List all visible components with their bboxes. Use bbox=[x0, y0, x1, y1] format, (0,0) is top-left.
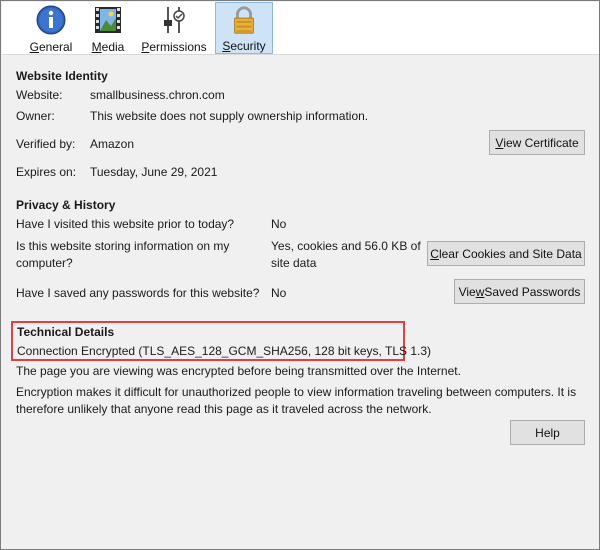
view-saved-passwords-button[interactable]: Vie w Saved Passwords bbox=[454, 279, 585, 304]
verified-by-value: Amazon bbox=[90, 137, 135, 151]
tab-security-label: Security bbox=[222, 39, 266, 53]
passwords-answer: No bbox=[271, 286, 287, 300]
connection-encrypted-text: Connection Encrypted (TLS_AES_128_GCM_SH… bbox=[17, 344, 432, 358]
expires-on-value: Tuesday, June 29, 2021 bbox=[90, 165, 218, 179]
padlock-icon bbox=[234, 6, 254, 34]
tab-toolbar: General Media Permissions Security bbox=[2, 2, 599, 55]
tab-permissions[interactable]: Permissions bbox=[139, 2, 209, 54]
film-image-icon bbox=[95, 7, 121, 33]
privacy-history-heading: Privacy & History bbox=[16, 198, 116, 212]
tab-permissions-label: Permissions bbox=[141, 40, 207, 54]
owner-label: Owner: bbox=[16, 109, 55, 123]
storing-answer: Yes, cookies and 56.0 KB of site data bbox=[271, 239, 421, 270]
passwords-question: Have I saved any passwords for this webs… bbox=[16, 286, 260, 300]
tab-general-label: General bbox=[29, 40, 73, 54]
encryption-note-1: The page you are viewing was encrypted b… bbox=[16, 364, 461, 378]
storing-question: Is this website storing information on m… bbox=[16, 239, 230, 270]
tab-media[interactable]: Media bbox=[86, 2, 130, 54]
technical-details-heading: Technical Details bbox=[17, 325, 115, 339]
website-label: Website: bbox=[16, 88, 63, 102]
page-info-window: General Media Permissions Security Websi… bbox=[0, 0, 600, 550]
verified-by-label: Verified by: bbox=[16, 137, 76, 151]
website-value: smallbusiness.chron.com bbox=[90, 88, 225, 102]
tab-security[interactable]: Security bbox=[215, 2, 273, 54]
visited-answer: No bbox=[271, 217, 287, 231]
info-icon bbox=[36, 5, 66, 35]
owner-value: This website does not supply ownership i… bbox=[90, 109, 369, 123]
website-identity-heading: Website Identity bbox=[16, 69, 108, 83]
view-certificate-button[interactable]: View Certificate bbox=[489, 130, 585, 155]
help-button[interactable]: Help bbox=[510, 420, 585, 445]
encryption-note-2: Encryption makes it difficult for unauth… bbox=[16, 385, 577, 416]
clear-cookies-button[interactable]: Clear Cookies and Site Data bbox=[427, 241, 585, 266]
tab-general[interactable]: General bbox=[24, 2, 78, 54]
tab-media-label: Media bbox=[91, 40, 125, 54]
permissions-sliders-icon bbox=[164, 7, 185, 33]
visited-question: Have I visited this website prior to tod… bbox=[16, 217, 235, 231]
expires-on-label: Expires on: bbox=[16, 165, 77, 179]
